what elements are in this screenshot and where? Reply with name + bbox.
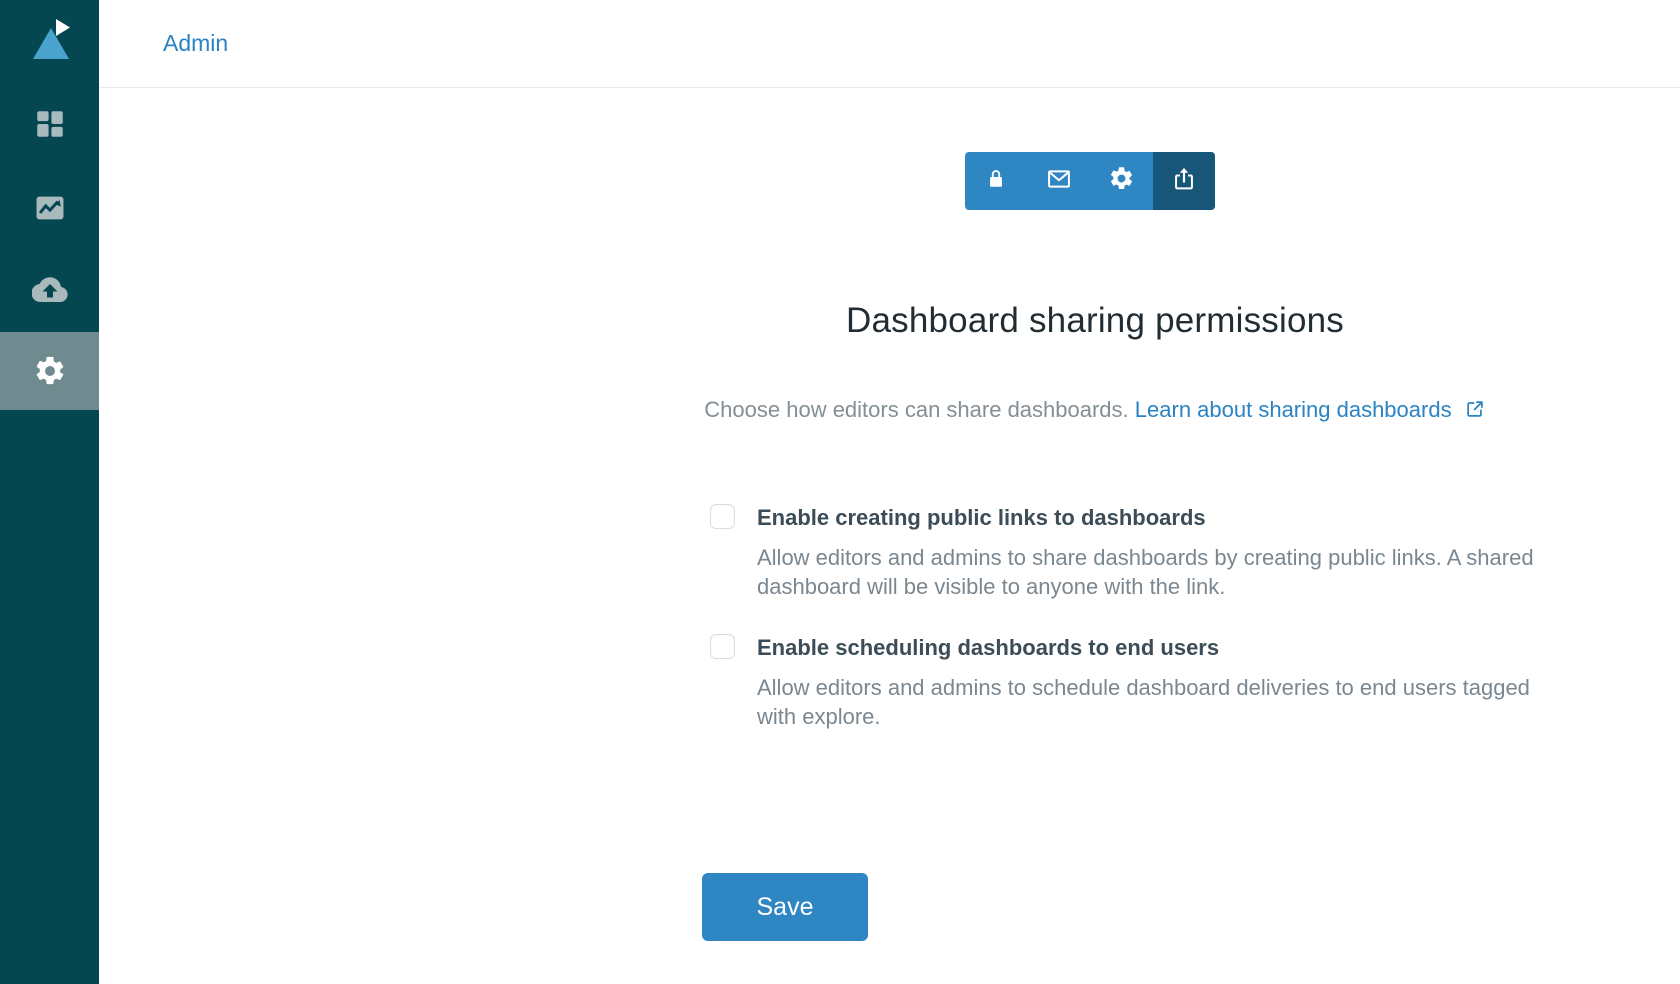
scheduling-label[interactable]: Enable scheduling dashboards to end user… xyxy=(757,634,1219,661)
cloud-upload-icon xyxy=(32,272,68,308)
admin-section-toolbar xyxy=(965,152,1215,210)
lock-icon xyxy=(983,166,1009,197)
scheduling-description: Allow editors and admins to schedule das… xyxy=(757,673,1535,731)
share-upload-icon xyxy=(1170,165,1198,198)
subtitle-text: Choose how editors can share dashboards. xyxy=(704,397,1128,422)
public-links-label[interactable]: Enable creating public links to dashboar… xyxy=(757,504,1206,531)
email-tab-button[interactable] xyxy=(1028,152,1091,210)
main-content: Dashboard sharing permissions Choose how… xyxy=(99,89,1680,984)
external-link-icon xyxy=(1464,398,1486,426)
settings-tab-button[interactable] xyxy=(1090,152,1153,210)
app-logo[interactable] xyxy=(0,8,99,74)
sidebar-item-data[interactable] xyxy=(0,250,99,330)
sidebar-item-dashboards[interactable] xyxy=(0,84,99,164)
learn-about-sharing-link[interactable]: Learn about sharing dashboards xyxy=(1135,397,1452,422)
page-subtitle: Choose how editors can share dashboards.… xyxy=(615,397,1575,426)
gear-icon xyxy=(1108,165,1135,197)
setting-scheduling: Enable scheduling dashboards to end user… xyxy=(710,634,1535,731)
envelope-icon xyxy=(1045,165,1073,198)
top-header: Admin xyxy=(99,0,1680,88)
sidebar-item-charts[interactable] xyxy=(0,168,99,248)
sidebar-item-settings[interactable] xyxy=(0,332,99,410)
public-links-description: Allow editors and admins to share dashbo… xyxy=(757,543,1535,601)
setting-public-links: Enable creating public links to dashboar… xyxy=(710,504,1535,601)
dashboard-grid-icon xyxy=(33,107,67,141)
public-links-checkbox[interactable] xyxy=(710,504,735,529)
page-title: Dashboard sharing permissions xyxy=(655,301,1535,341)
sharing-tab-button[interactable] xyxy=(1153,152,1216,210)
save-button[interactable]: Save xyxy=(702,873,868,941)
scheduling-checkbox[interactable] xyxy=(710,634,735,659)
breadcrumb-admin-link[interactable]: Admin xyxy=(163,30,228,57)
sidebar xyxy=(0,0,99,984)
gear-icon xyxy=(33,354,67,388)
permissions-tab-button[interactable] xyxy=(965,152,1028,210)
chart-image-icon xyxy=(33,191,67,225)
triangle-play-logo-icon xyxy=(23,12,77,71)
